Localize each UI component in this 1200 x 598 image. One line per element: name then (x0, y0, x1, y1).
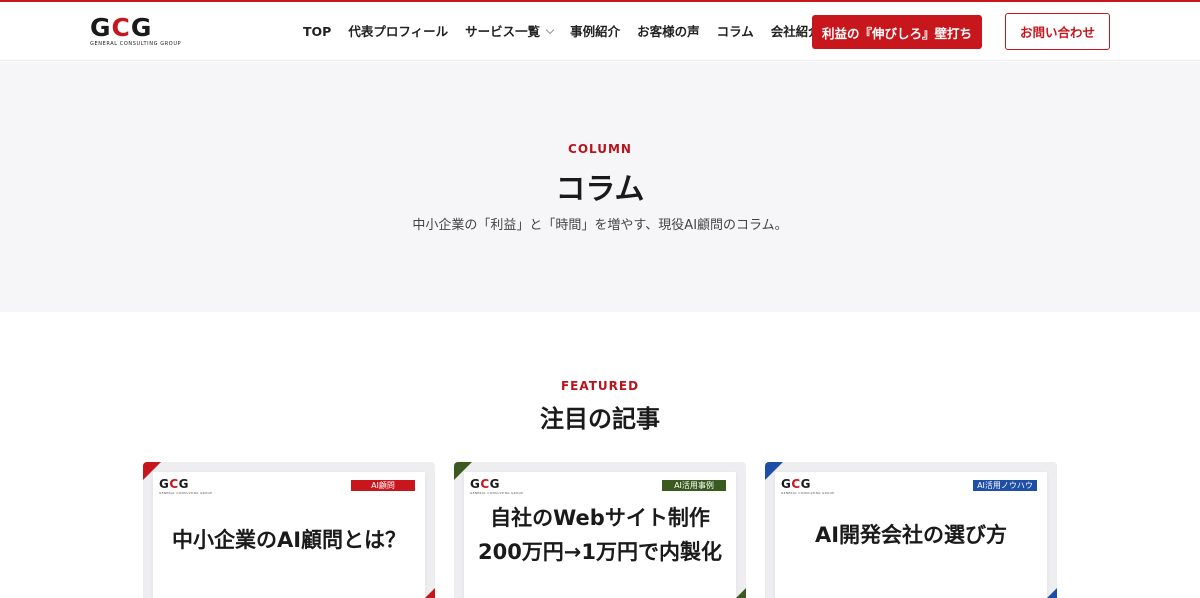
card-thumbnail: GCG GENERAL CONSULTING GROUP AI活用ノウハウ AI… (775, 472, 1047, 598)
nav-item-profile[interactable]: 代表プロフィール (348, 24, 448, 40)
site-header: GCG GENERAL CONSULTING GROUP TOP 代表プロフィー… (0, 2, 1200, 61)
hero-section: COLUMN コラム 中小企業の「利益」と「時間」を増やす、現役AI顧問のコラム… (0, 62, 1200, 312)
card-logo: GCG (781, 477, 812, 491)
card-thumbnail: GCG GENERAL CONSULTING GROUP AI顧問 中小企業のA… (153, 472, 425, 598)
card-logo-subtitle: GENERAL CONSULTING GROUP (159, 491, 213, 495)
gcg-logo[interactable]: GCG GENERAL CONSULTING GROUP (90, 13, 194, 48)
card-logo: GCG (159, 477, 190, 491)
article-card[interactable]: GCG GENERAL CONSULTING GROUP AI活用ノウハウ AI… (765, 462, 1057, 598)
contact-button[interactable]: お問い合わせ (1005, 13, 1110, 50)
featured-eyebrow: FEATURED (560, 379, 640, 393)
article-card[interactable]: GCG GENERAL CONSULTING GROUP AI活用事例 自社のW… (454, 462, 746, 598)
nav-item-top[interactable]: TOP (303, 24, 331, 40)
profit-consultation-button[interactable]: 利益の『伸びしろ』壁打ち (812, 15, 982, 49)
nav-item-services[interactable]: サービス一覧 (465, 24, 555, 40)
category-tag: AI活用事例 (662, 480, 726, 491)
card-corner-accent (425, 588, 435, 598)
card-logo-subtitle: GENERAL CONSULTING GROUP (470, 491, 524, 495)
card-corner-accent (736, 588, 746, 598)
card-logo-subtitle: GENERAL CONSULTING GROUP (781, 491, 835, 495)
category-tag: AI活用ノウハウ (973, 480, 1037, 491)
card-title: 自社のWebサイト制作 200万円→1万円で内製化 (477, 506, 723, 564)
article-card[interactable]: GCG GENERAL CONSULTING GROUP AI顧問 中小企業のA… (143, 462, 435, 598)
card-title: 中小企業のAI顧問とは？ (171, 528, 407, 552)
logo-subtitle: GENERAL CONSULTING GROUP (90, 41, 182, 47)
nav-item-cases[interactable]: 事例紹介 (570, 24, 620, 40)
nav-item-column[interactable]: コラム (717, 24, 754, 40)
hero-description: 中小企業の「利益」と「時間」を増やす、現役AI顧問のコラム。 (412, 218, 788, 233)
card-title: AI開発会社の選び方 (814, 523, 1008, 547)
category-tag: AI顧問 (351, 480, 415, 491)
main-nav: TOP 代表プロフィール サービス一覧 事例紹介 お客様の声 コラム 会社紹介 (303, 24, 838, 40)
card-logo: GCG (470, 477, 501, 491)
hero-eyebrow: COLUMN (568, 142, 632, 156)
page-title: コラム (555, 172, 645, 207)
logo-letters: GCG (90, 13, 153, 42)
card-corner-accent (1047, 588, 1057, 598)
nav-item-voices[interactable]: お客様の声 (637, 24, 700, 40)
card-thumbnail: GCG GENERAL CONSULTING GROUP AI活用事例 自社のW… (464, 472, 736, 598)
chevron-down-icon (545, 25, 555, 35)
featured-title: 注目の記事 (540, 405, 660, 433)
